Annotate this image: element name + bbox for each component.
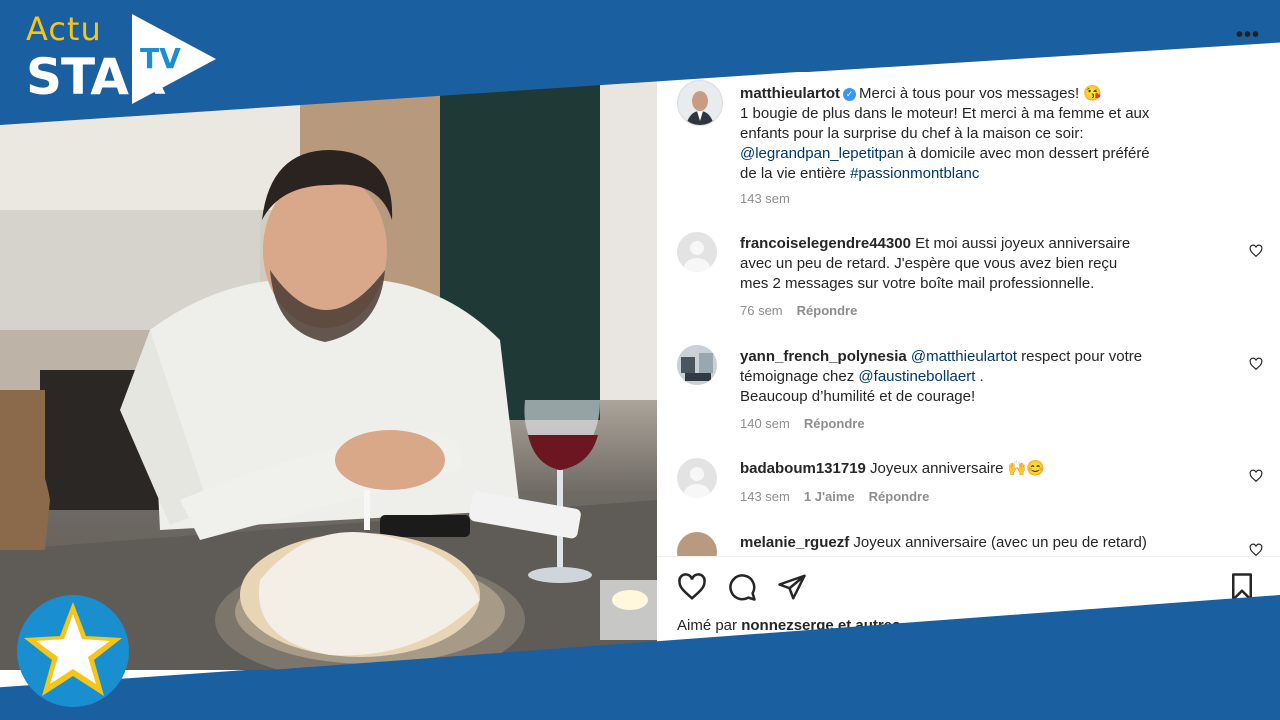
reply-button[interactable]: Répondre <box>804 416 865 431</box>
reply-button[interactable]: Répondre <box>797 303 858 318</box>
comment-username[interactable]: francoiselegendre44300 <box>740 235 911 252</box>
comment-time[interactable]: 76 sem <box>740 303 783 318</box>
comment-3: badaboum131719 Joyeux anniversaire 🙌😊 <box>740 459 1250 479</box>
instagram-post-panel: matthieulartot ✓ Merci à tous pour vos mes… <box>657 72 1280 652</box>
post-actions <box>677 572 1257 602</box>
comment-text: Beaucoup d’humilité et de courage! <box>740 388 976 405</box>
comment-username[interactable]: yann_french_polynesia <box>740 348 907 365</box>
share-icon[interactable] <box>777 572 807 602</box>
comment-like-heart-icon[interactable] <box>1249 244 1263 258</box>
author-username[interactable]: matthieulartot <box>740 85 840 102</box>
reply-button[interactable]: Répondre <box>869 489 930 504</box>
comment-text: Joyeux anniversaire (avec un peu de reta… <box>849 534 1147 551</box>
post-photo <box>0 80 657 670</box>
more-options-icon[interactable]: ••• <box>1236 24 1260 47</box>
comment-like-heart-icon[interactable] <box>1249 543 1263 557</box>
verified-icon: ✓ <box>843 88 857 101</box>
comment-text: avec un peu de retard. J'espère que vous… <box>740 255 1118 272</box>
comment-like-heart-icon[interactable] <box>1249 357 1263 371</box>
comment-time[interactable]: 143 sem <box>740 489 790 504</box>
video-frame: matthieulartot ✓ Merci à tous pour vos mes… <box>0 0 1280 720</box>
comment-text: . <box>975 368 984 385</box>
liked-by-prefix: Aimé par <box>677 617 742 634</box>
comment-meta: 76 sem Répondre <box>740 303 857 318</box>
comment-text: Et moi aussi joyeux anniversaire <box>910 235 1131 252</box>
logo-tv-text: TV <box>140 42 181 75</box>
caption-line-1: Merci à tous pour vos messages! 😘 <box>859 85 1102 102</box>
photo-illustration <box>0 80 657 670</box>
comment-meta: 140 sem Répondre <box>740 416 865 431</box>
comment-mention[interactable]: @faustinebollaert <box>858 368 975 385</box>
comment-likes[interactable]: 1 J'aime <box>804 489 855 504</box>
comment-username[interactable]: badaboum131719 <box>740 460 866 477</box>
author-avatar[interactable] <box>677 80 723 126</box>
caption: matthieulartot ✓ Merci à tous pour vos mes… <box>740 84 1250 184</box>
comment-4: melanie_rguezf Joyeux anniversaire (avec… <box>740 533 1250 553</box>
caption-line-2: 1 bougie de plus dans le moteur! Et merc… <box>740 105 1150 122</box>
comment-avatar[interactable] <box>677 458 717 498</box>
comment-2: yann_french_polynesia @matthieulartot re… <box>740 347 1250 407</box>
actu-star-tv-logo: Actu STAR TV <box>26 10 226 110</box>
caption-time[interactable]: 143 sem <box>740 191 790 206</box>
comment-text: Joyeux anniversaire 🙌😊 <box>865 460 1045 477</box>
comment-like-heart-icon[interactable] <box>1249 469 1263 483</box>
caption-mention[interactable]: @legrandpan_lepetitpan <box>740 145 904 162</box>
comment-icon[interactable] <box>727 572 757 602</box>
comment-avatar[interactable] <box>677 345 717 385</box>
comment-text: respect pour votre <box>1017 348 1143 365</box>
caption-hashtag[interactable]: #passionmontblanc <box>850 165 979 182</box>
comment-text: mes 2 messages sur votre boîte mail prof… <box>740 275 1095 292</box>
caption-line-4: à domicile avec mon dessert préféré <box>903 145 1150 162</box>
comment-username[interactable]: melanie_rguezf <box>740 534 849 551</box>
heart-icon[interactable] <box>677 572 707 602</box>
comment-time[interactable]: 140 sem <box>740 416 790 431</box>
comment-mention[interactable]: @matthieulartot <box>911 348 1017 365</box>
comment-meta: 143 sem 1 J'aime Répondre <box>740 489 929 504</box>
comment-avatar[interactable] <box>677 232 717 272</box>
star-badge-icon <box>17 595 129 707</box>
comment-text: témoignage chez <box>740 368 859 385</box>
logo-actu-text: Actu <box>26 10 102 48</box>
caption-line-5: de la vie entière <box>740 165 851 182</box>
comment-1: francoiselegendre44300 Et moi aussi joye… <box>740 234 1250 294</box>
caption-line-3: enfants pour la surprise du chef à la ma… <box>740 125 1084 142</box>
